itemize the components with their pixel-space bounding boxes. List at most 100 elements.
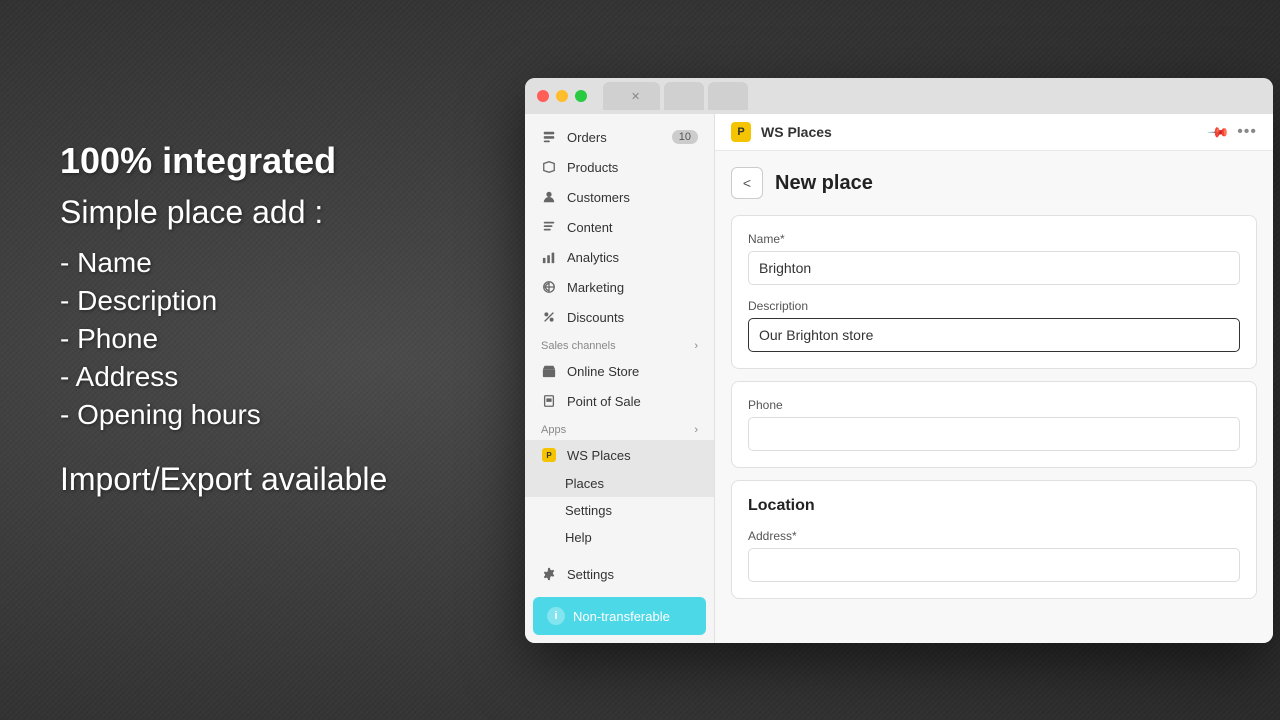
- sidebar-item-ws-places[interactable]: P WS Places: [525, 440, 714, 470]
- orders-label: Orders: [567, 130, 607, 145]
- name-label: Name*: [748, 232, 1240, 246]
- customers-label: Customers: [567, 190, 630, 205]
- sidebar: Orders 10 Products: [525, 114, 715, 643]
- online-store-label: Online Store: [567, 364, 639, 379]
- back-button[interactable]: <: [731, 167, 763, 199]
- products-label: Products: [567, 160, 618, 175]
- discounts-icon: [541, 309, 557, 325]
- orders-icon: [541, 129, 557, 145]
- products-icon: [541, 159, 557, 175]
- non-transferable-container: i Non-transferable: [525, 589, 714, 643]
- settings-label: Settings: [567, 567, 614, 582]
- content-label: Content: [567, 220, 613, 235]
- store-icon: [541, 363, 557, 379]
- panel-app-icon: P: [731, 122, 751, 142]
- sidebar-sub-item-settings[interactable]: Settings: [525, 497, 714, 524]
- phone-form-group: Phone: [748, 398, 1240, 451]
- address-form-group: Address*: [748, 529, 1240, 582]
- help-label: Help: [565, 530, 592, 545]
- ws-places-label: WS Places: [567, 448, 631, 463]
- orders-badge: 10: [672, 130, 698, 144]
- sidebar-sub-item-help[interactable]: Help: [525, 524, 714, 551]
- page-title: New place: [775, 172, 873, 195]
- discounts-label: Discounts: [567, 310, 624, 325]
- description-form-group: Description: [748, 299, 1240, 352]
- sidebar-item-orders[interactable]: Orders 10: [525, 122, 714, 152]
- app-window: ✕ Orders 10: [525, 78, 1273, 643]
- apps-chevron[interactable]: ›: [694, 424, 698, 436]
- content-icon: [541, 219, 557, 235]
- info-badge-icon: i: [547, 607, 565, 625]
- settings-sub-label: Settings: [565, 503, 612, 518]
- import-export-text: Import/Export available: [60, 461, 387, 498]
- tab-1[interactable]: ✕: [603, 82, 660, 110]
- sidebar-sub-item-places[interactable]: Places: [525, 470, 714, 497]
- address-input[interactable]: [748, 548, 1240, 582]
- list-item-address: - Address: [60, 361, 387, 393]
- panel-scroll-area[interactable]: < New place Name* Description: [715, 151, 1273, 643]
- list-item-hours: - Opening hours: [60, 399, 387, 431]
- panel-title: WS Places: [761, 124, 1200, 140]
- minimize-window-button[interactable]: [556, 90, 568, 102]
- sidebar-item-content[interactable]: Content: [525, 212, 714, 242]
- settings-icon: [541, 566, 557, 582]
- list-item-description: - Description: [60, 285, 387, 317]
- ws-places-icon: P: [541, 447, 557, 463]
- sales-channels-chevron[interactable]: ›: [694, 340, 698, 352]
- pos-icon: [541, 393, 557, 409]
- location-card: Location Address*: [731, 480, 1257, 599]
- phone-card: Phone: [731, 381, 1257, 468]
- list-item-phone: - Phone: [60, 323, 387, 355]
- panel-header: P WS Places 📌 •••: [715, 114, 1273, 151]
- description-input[interactable]: [748, 318, 1240, 352]
- places-label: Places: [565, 476, 604, 491]
- pos-label: Point of Sale: [567, 394, 641, 409]
- more-options-icon[interactable]: •••: [1237, 123, 1257, 141]
- main-heading: 100% integrated: [60, 140, 387, 182]
- address-label: Address*: [748, 529, 1240, 543]
- marketing-icon: [541, 279, 557, 295]
- apps-label: Apps: [541, 424, 566, 436]
- tab-3[interactable]: [708, 82, 748, 110]
- window-controls: [537, 90, 587, 102]
- sales-channels-label: Sales channels: [541, 340, 616, 352]
- name-input[interactable]: [748, 251, 1240, 285]
- sidebar-item-customers[interactable]: Customers: [525, 182, 714, 212]
- non-transferable-label: Non-transferable: [573, 609, 670, 624]
- sidebar-item-pos[interactable]: Point of Sale: [525, 386, 714, 416]
- sales-channels-section: Sales channels ›: [525, 332, 714, 356]
- apps-section: Apps ›: [525, 416, 714, 440]
- pin-icon[interactable]: 📌: [1206, 120, 1230, 144]
- phone-input[interactable]: [748, 417, 1240, 451]
- feature-list: - Name - Description - Phone - Address -…: [60, 247, 387, 431]
- panel-actions: 📌 •••: [1210, 123, 1257, 141]
- maximize-window-button[interactable]: [575, 90, 587, 102]
- phone-label: Phone: [748, 398, 1240, 412]
- marketing-label: Marketing: [567, 280, 624, 295]
- left-text-panel: 100% integrated Simple place add : - Nam…: [60, 140, 387, 498]
- close-window-button[interactable]: [537, 90, 549, 102]
- sidebar-item-analytics[interactable]: Analytics: [525, 242, 714, 272]
- description-label: Description: [748, 299, 1240, 313]
- sidebar-item-marketing[interactable]: Marketing: [525, 272, 714, 302]
- right-panel: P WS Places 📌 ••• < New place: [715, 114, 1273, 643]
- sidebar-item-products[interactable]: Products: [525, 152, 714, 182]
- list-item-name: - Name: [60, 247, 387, 279]
- tab-area: ✕: [603, 82, 748, 110]
- non-transferable-badge[interactable]: i Non-transferable: [533, 597, 706, 635]
- tab-close-icon[interactable]: ✕: [631, 90, 640, 103]
- sidebar-item-settings[interactable]: Settings: [525, 559, 714, 589]
- analytics-label: Analytics: [567, 250, 619, 265]
- customers-icon: [541, 189, 557, 205]
- location-title: Location: [748, 497, 1240, 515]
- app-icon-letter: P: [737, 126, 744, 138]
- new-place-header: < New place: [731, 167, 1257, 199]
- name-description-card: Name* Description: [731, 215, 1257, 369]
- title-bar: ✕: [525, 78, 1273, 114]
- sidebar-item-discounts[interactable]: Discounts: [525, 302, 714, 332]
- tab-2[interactable]: [664, 82, 704, 110]
- main-content: Orders 10 Products: [525, 114, 1273, 643]
- sidebar-item-online-store[interactable]: Online Store: [525, 356, 714, 386]
- analytics-icon: [541, 249, 557, 265]
- sub-heading: Simple place add :: [60, 194, 387, 231]
